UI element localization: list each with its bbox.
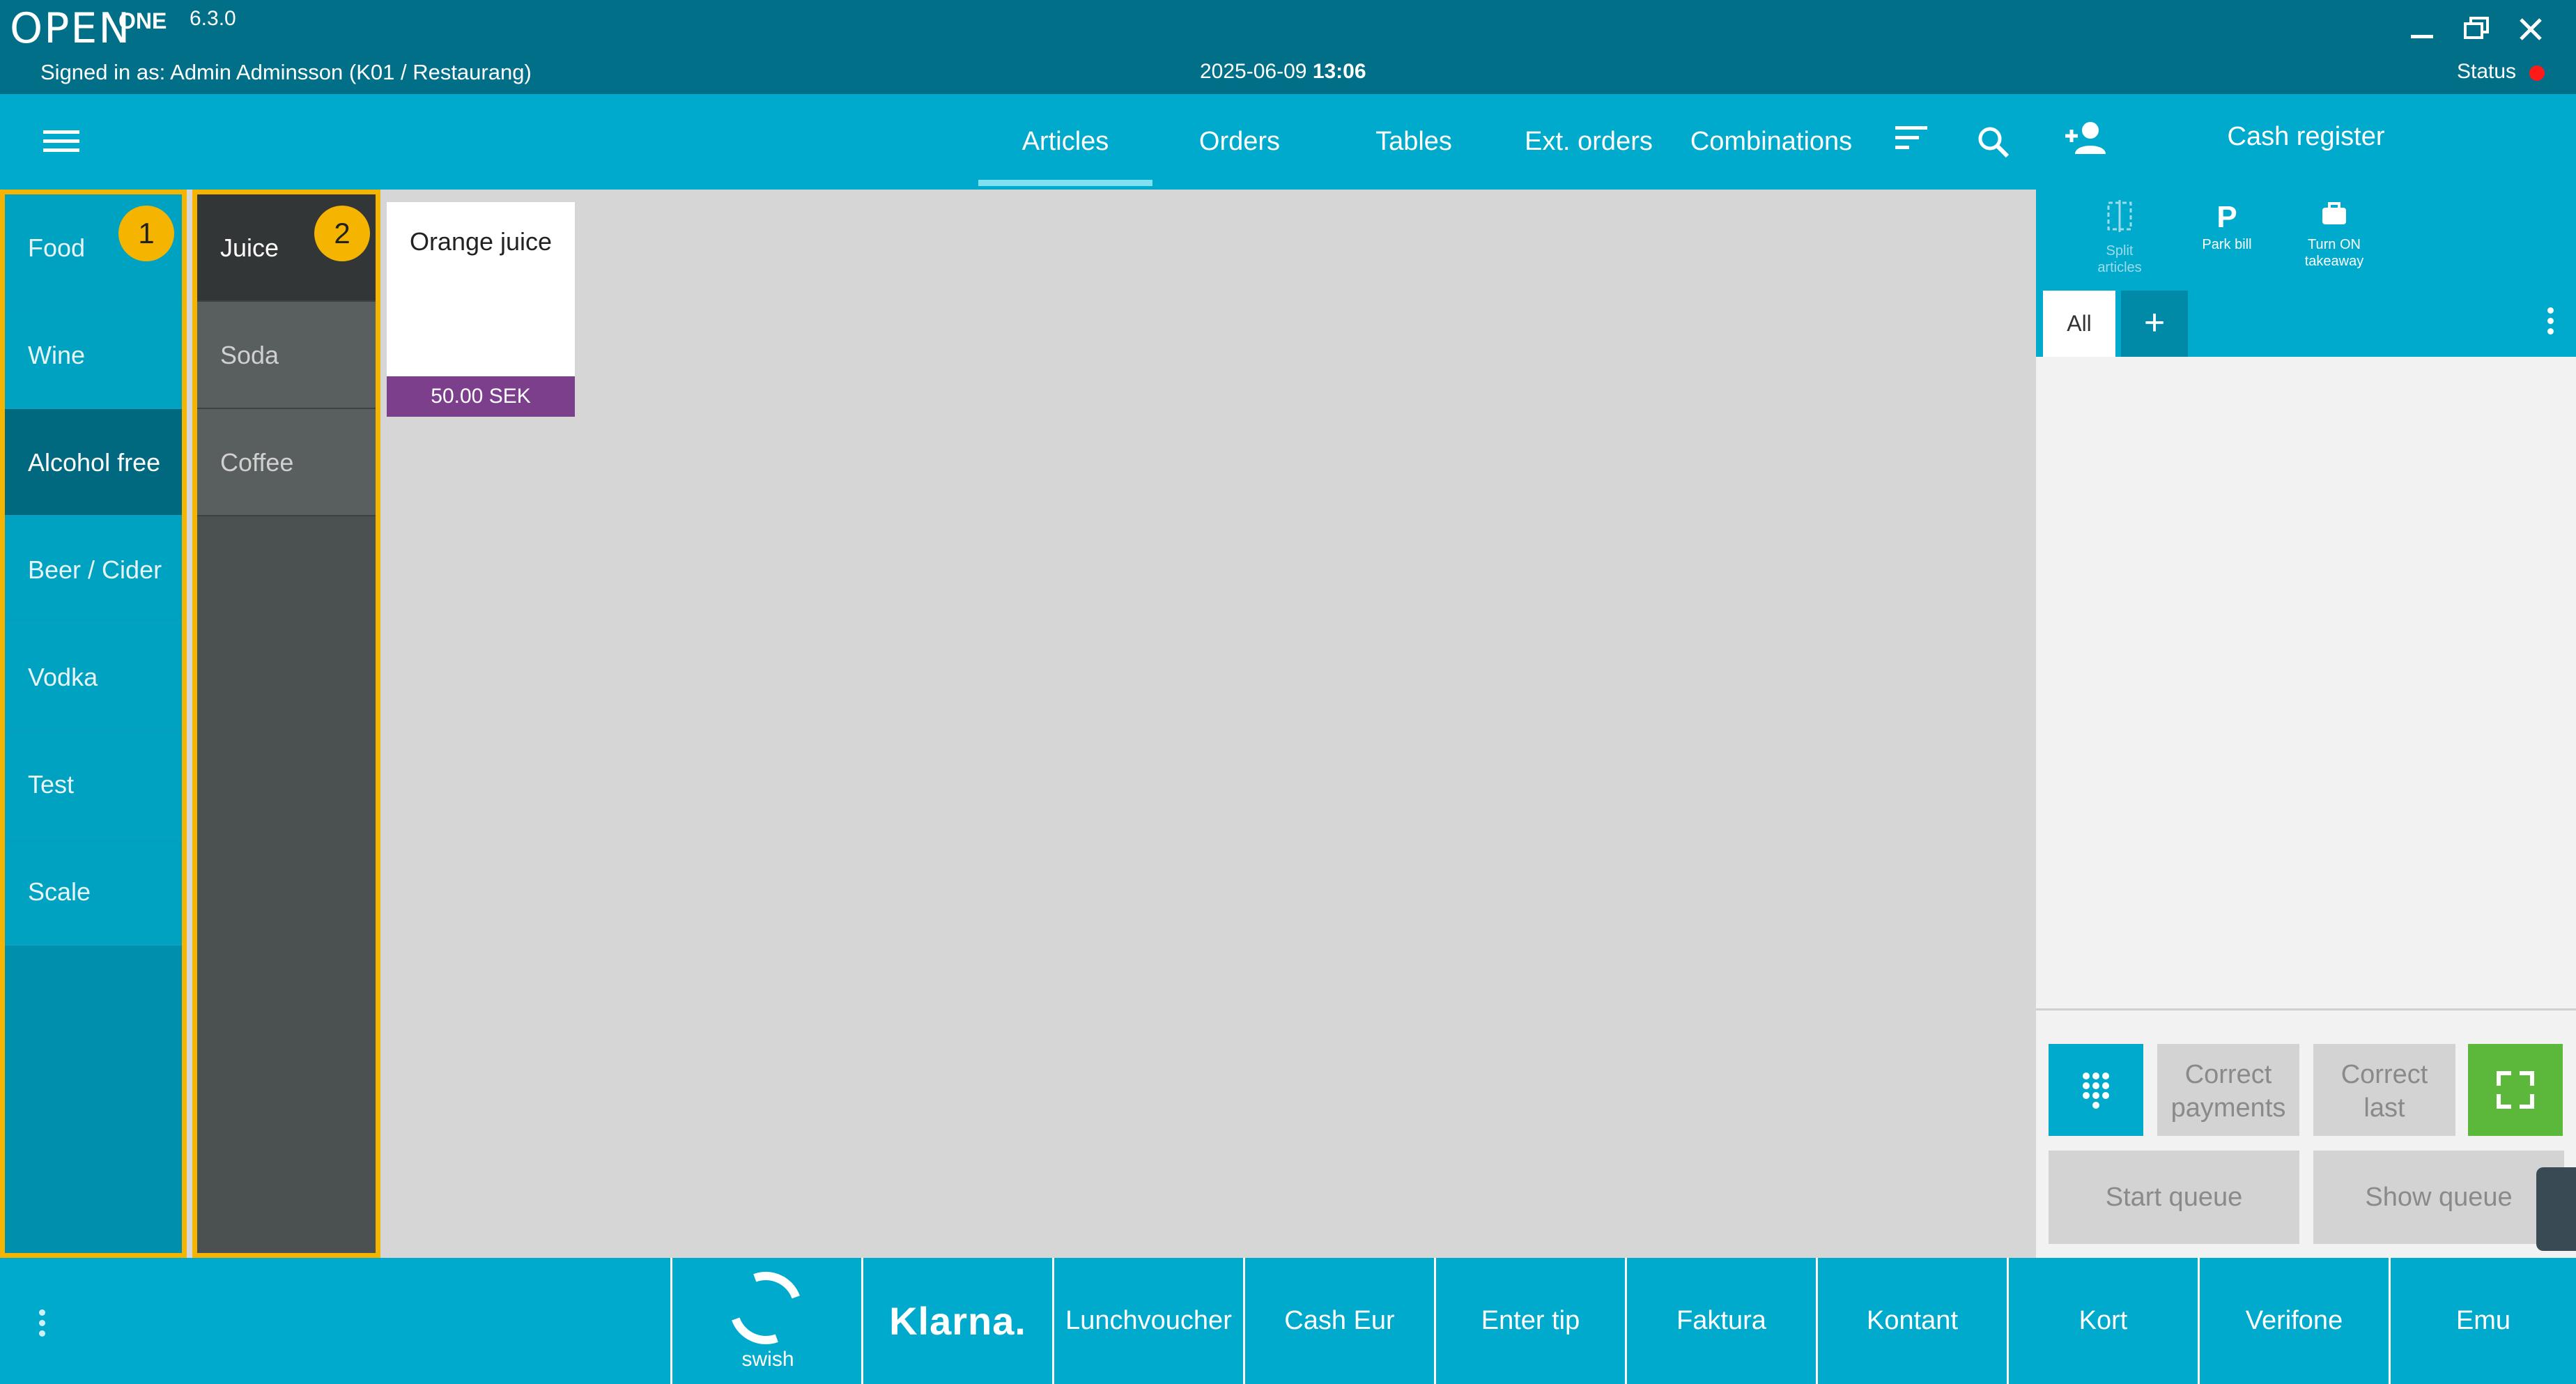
keypad-button[interactable] [2049, 1044, 2143, 1136]
split-label-2: articles [2097, 260, 2142, 275]
split-label-1: Split [2106, 243, 2134, 259]
tab-orders[interactable]: Orders [1159, 94, 1320, 190]
subcategory-list: Juice Soda Coffee 2 [192, 190, 380, 1258]
cash-register-panel: Cash register Split articles P Park bill… [2036, 94, 2576, 1258]
status-label[interactable]: Status [2457, 60, 2516, 84]
category-beer-cider[interactable]: Beer / Cider [5, 516, 182, 624]
restore-icon[interactable] [2457, 10, 2496, 49]
subcategory-coffee[interactable]: Coffee [197, 409, 376, 516]
receipt-area [2036, 357, 2576, 1010]
more-vertical-icon[interactable] [35, 1305, 49, 1347]
correct-payments-label-1: Correct [2184, 1060, 2272, 1089]
payment-lunchvoucher-button[interactable]: Lunchvoucher [1052, 1258, 1243, 1384]
start-queue-button[interactable]: Start queue [2049, 1151, 2299, 1244]
more-vertical-icon[interactable] [2536, 303, 2564, 345]
swish-logo-icon [717, 1259, 815, 1357]
status-indicator-icon[interactable] [2529, 66, 2545, 81]
search-icon[interactable] [1976, 125, 2011, 160]
subcategory-soda[interactable]: Soda [197, 302, 376, 409]
payment-faktura-button[interactable]: Faktura [1625, 1258, 1816, 1384]
app-logo: OPEN [10, 4, 132, 53]
fullscreen-button[interactable] [2468, 1044, 2563, 1136]
callout-badge-2: 2 [314, 206, 370, 261]
payment-emu-button[interactable]: Emu [2389, 1258, 2576, 1384]
payment-kort-button[interactable]: Kort [2007, 1258, 2198, 1384]
close-icon[interactable] [2511, 10, 2550, 49]
payment-swish-button[interactable]: swish [670, 1258, 861, 1384]
tab-ext-orders[interactable]: Ext. orders [1508, 94, 1669, 190]
split-articles-button[interactable]: Split articles [2078, 199, 2161, 276]
show-queue-button[interactable]: Show queue [2313, 1151, 2564, 1244]
park-bill-button[interactable]: P Park bill [2185, 199, 2269, 253]
title-bar: OPEN ONE 6.3.0 Signed in as: Admin Admin… [0, 0, 2576, 94]
app-logo-suffix: ONE [118, 8, 167, 33]
cash-register-title: Cash register [2227, 122, 2385, 151]
takeaway-button[interactable]: Turn ON takeaway [2292, 199, 2376, 270]
correct-last-label-2: last [2363, 1093, 2405, 1123]
article-price: 50.00 SEK [387, 376, 575, 417]
active-tab-indicator [978, 180, 1152, 186]
payment-klarna-button[interactable]: Klarna. [861, 1258, 1052, 1384]
keypad-icon [2083, 1072, 2109, 1109]
nav-bar: Articles Orders Tables Ext. orders Combi… [0, 94, 2036, 190]
time-label: 13:06 [1312, 60, 1366, 83]
bill-tab-all[interactable]: All [2043, 291, 2115, 357]
app-version: 6.3.0 [190, 7, 236, 30]
payment-kontant-button[interactable]: Kontant [1816, 1258, 2007, 1384]
takeaway-label-2: takeaway [2304, 254, 2364, 269]
parking-icon: P [2216, 200, 2237, 234]
category-alcohol-free[interactable]: Alcohol free [5, 409, 182, 516]
category-test[interactable]: Test [5, 731, 182, 838]
article-name: Orange juice [409, 227, 553, 256]
briefcase-icon [2292, 199, 2376, 236]
correct-payments-button[interactable]: Correct payments [2157, 1044, 2299, 1136]
takeaway-label-1: Turn ON [2308, 237, 2361, 252]
article-card-orange-juice[interactable]: Orange juice 50.00 SEK [387, 202, 575, 417]
sort-icon[interactable] [1895, 126, 1930, 157]
payment-bar: swish Klarna. Lunchvoucher Cash Eur Ente… [0, 1258, 2576, 1384]
park-bill-label: Park bill [2202, 237, 2252, 252]
date-label: 2025-06-09 [1200, 60, 1307, 83]
category-wine[interactable]: Wine [5, 302, 182, 409]
remote-support-tab[interactable] [2536, 1167, 2576, 1251]
category-scale[interactable]: Scale [5, 838, 182, 946]
payment-verifone-button[interactable]: Verifone [2198, 1258, 2389, 1384]
correct-payments-label-2: payments [2170, 1093, 2286, 1123]
swish-label: swish [741, 1348, 794, 1371]
category-vodka[interactable]: Vodka [5, 624, 182, 731]
payment-cash-eur-button[interactable]: Cash Eur [1243, 1258, 1434, 1384]
callout-badge-1: 1 [118, 206, 174, 261]
signed-in-user: Signed in as: Admin Adminsson (K01 / Res… [40, 60, 532, 84]
add-bill-tab-button[interactable]: + [2121, 291, 2188, 357]
minimize-icon[interactable] [2403, 10, 2442, 49]
correct-last-label-1: Correct [2340, 1060, 2428, 1089]
tab-combinations[interactable]: Combinations [1682, 94, 1860, 190]
tab-tables[interactable]: Tables [1334, 94, 1494, 190]
menu-icon[interactable] [43, 125, 79, 161]
date-time: 2025-06-09 13:06 [1200, 60, 1366, 84]
cash-register-header: Cash register Split articles P Park bill… [2036, 94, 2576, 357]
correct-last-button[interactable]: Correct last [2313, 1044, 2455, 1136]
category-list: Food Wine Alcohol free Beer / Cider Vodk… [0, 190, 187, 1258]
split-icon [2078, 199, 2161, 243]
tab-articles[interactable]: Articles [978, 94, 1152, 190]
payment-enter-tip-button[interactable]: Enter tip [1434, 1258, 1625, 1384]
fullscreen-icon [2497, 1071, 2534, 1109]
